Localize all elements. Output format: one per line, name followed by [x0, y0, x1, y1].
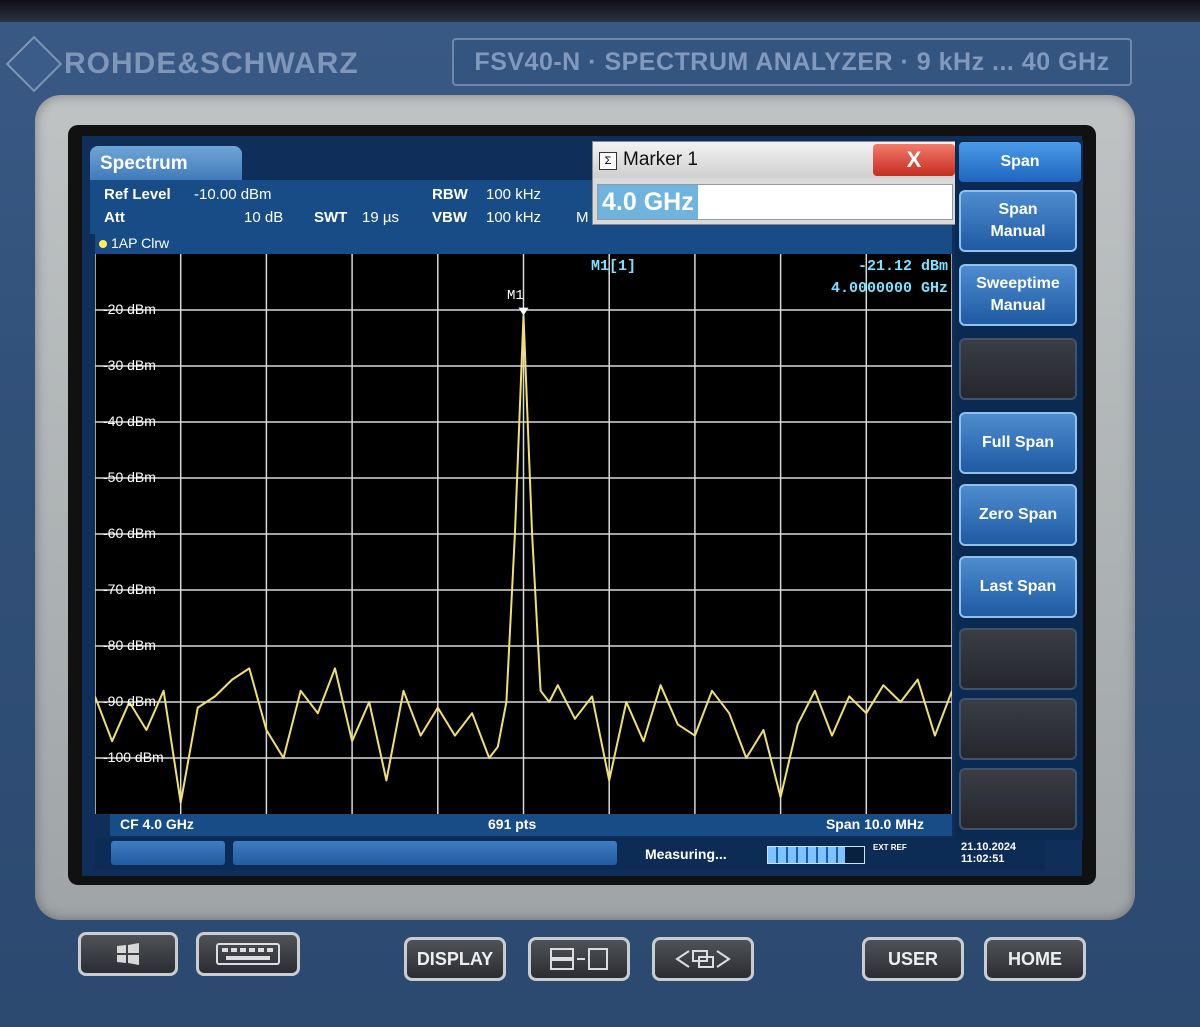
marker-readout-title: M1[1] [591, 258, 637, 275]
vbw-label: VBW [432, 209, 467, 226]
brand-name: ROHDE&SCHWARZ [64, 47, 359, 80]
marker-m1-icon[interactable] [518, 307, 529, 316]
marker-readout-level: -21.12 dBm [857, 258, 948, 275]
status-segment-mid [233, 841, 617, 865]
trace-indicator-icon [99, 240, 107, 249]
mode-truncated: M [576, 209, 589, 226]
user-button[interactable]: USER [862, 937, 964, 981]
swt-label: SWT [314, 209, 348, 226]
swt-value: 19 µs [362, 209, 399, 226]
spectrum-analyzer-device: ROHDE&SCHWARZ FSV40-N · SPECTRUM ANALYZE… [0, 0, 1200, 1027]
windows-key-button[interactable] [78, 932, 178, 976]
split-screen-icon [550, 948, 608, 970]
ext-ref-indicator: EXT REF [873, 843, 907, 852]
y-axis-label: -60 dBm [103, 525, 156, 541]
status-date: 21.10.2024 [961, 841, 1017, 853]
softkey-span-manual[interactable]: Span Manual [959, 190, 1077, 252]
display-button[interactable]: DISPLAY [404, 937, 506, 981]
windows-icon [117, 943, 139, 965]
softkey-full-span[interactable]: Full Span [959, 412, 1077, 474]
y-axis-label: -20 dBm [103, 301, 156, 317]
center-frequency: CF 4.0 GHz [120, 816, 194, 832]
marker-frequency-value: 4.0 GHz [598, 185, 698, 219]
spectrum-plot-svg [95, 254, 952, 814]
spectrum-plot[interactable]: M1[1] -21.12 dBm 4.0000000 GHz M1 -20 dB… [95, 254, 952, 814]
softkey-empty-8 [959, 768, 1077, 830]
softkey-empty-6 [959, 628, 1077, 690]
date-time: 21.10.2024 11:02:51 [961, 841, 1016, 865]
keyboard-button[interactable] [196, 932, 300, 976]
y-axis-label: -70 dBm [103, 581, 156, 597]
device-top-edge [0, 0, 1200, 22]
ref-level-label: Ref Level [104, 186, 171, 203]
marker-readout-frequency: 4.0000000 GHz [830, 280, 948, 297]
sweep-progress-fill [768, 847, 845, 863]
keyboard-icon [216, 943, 280, 965]
softkey-menu-title: Span [959, 142, 1081, 182]
y-axis-label: -30 dBm [103, 357, 156, 373]
span-value: Span 10.0 MHz [825, 816, 924, 832]
brand-logo-icon [5, 35, 63, 93]
sweep-progress-bar [767, 846, 865, 864]
vbw-value: 100 kHz [486, 209, 542, 226]
trace-label: 1AP Clrw [95, 234, 952, 254]
y-axis-label: -80 dBm [103, 637, 156, 653]
marker-label: M1 [507, 288, 524, 304]
status-bar: Measuring... EXT REF 21.10.2024 11:02:51 [95, 838, 1045, 870]
marker-dialog-titlebar: Σ Marker 1 X [593, 142, 957, 178]
softkey-last-span[interactable]: Last Span [959, 556, 1077, 618]
att-label: Att [104, 209, 125, 226]
split-screen-button[interactable] [528, 937, 630, 981]
sweep-points: 691 pts [488, 816, 537, 832]
tab-spectrum[interactable]: Spectrum [90, 146, 242, 182]
rbw-label: RBW [432, 186, 468, 203]
softkey-sweeptime-manual[interactable]: Sweeptime Manual [959, 264, 1077, 326]
y-axis-label: -100 dBm [103, 749, 164, 765]
window-switch-icon [675, 950, 731, 968]
marker-dialog-title: Marker 1 [623, 149, 698, 170]
home-button[interactable]: HOME [984, 937, 1086, 981]
trace-label-text: 1AP Clrw [111, 235, 170, 251]
dialog-close-button[interactable]: X [873, 144, 955, 176]
status-segment-left [111, 841, 225, 865]
marker-dialog: Σ Marker 1 X 4.0 GHz [592, 141, 958, 225]
ref-level-value: -10.00 dBm [194, 186, 272, 203]
y-axis-label: -90 dBm [103, 693, 156, 709]
model-plate: FSV40-N · SPECTRUM ANALYZER · 9 kHz ... … [452, 38, 1132, 86]
softkey-empty-2 [959, 338, 1077, 400]
att-value: 10 dB [244, 209, 284, 226]
status-time: 11:02:51 [961, 853, 1005, 865]
dialog-app-icon: Σ [599, 152, 617, 170]
y-axis-label: -40 dBm [103, 413, 156, 429]
plot-footer: CF 4.0 GHz 691 pts Span 10.0 MHz [110, 814, 952, 836]
softkey-zero-span[interactable]: Zero Span [959, 484, 1077, 546]
softkey-empty-7 [959, 698, 1077, 760]
brand-area: ROHDE&SCHWARZ [5, 35, 359, 93]
status-message: Measuring... [645, 846, 727, 862]
y-axis-label: -50 dBm [103, 469, 156, 485]
marker-frequency-input[interactable]: 4.0 GHz [597, 184, 953, 220]
window-switch-button[interactable] [652, 937, 754, 981]
rbw-value: 100 kHz [486, 186, 542, 203]
softkey-panel: Span Span Manual Sweeptime Manual Full Spa… [955, 140, 1083, 840]
